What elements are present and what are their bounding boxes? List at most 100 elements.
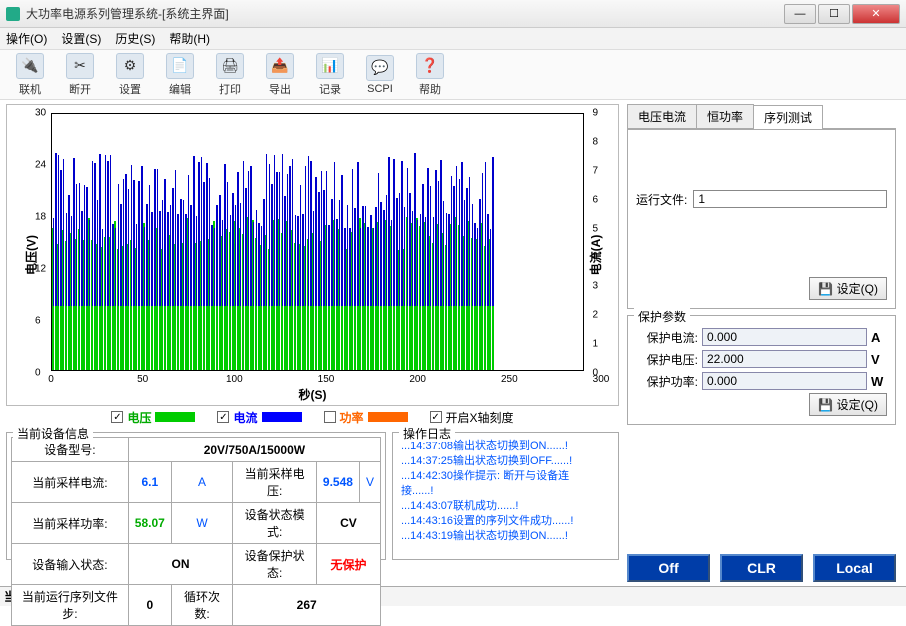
gear-icon: ⚙ xyxy=(116,53,144,79)
tool-edit[interactable]: 📄 编辑 xyxy=(158,53,202,97)
tool-scpi-label: SCPI xyxy=(367,83,393,95)
connect-icon: 🔌 xyxy=(16,53,44,79)
loop-value: 267 xyxy=(233,585,381,626)
seq-step-value: 0 xyxy=(128,585,171,626)
checkbox-xaxis[interactable]: ✓ xyxy=(430,411,442,423)
log-content[interactable]: ...14:37:08输出状态切换到ON......!...14:37:25输出… xyxy=(397,437,614,557)
chart-plot-area xyxy=(51,113,584,371)
device-info-panel: 当前设备信息 设备型号: 20V/750A/15000W 当前采样电流: 6.1… xyxy=(6,432,386,560)
tool-export-label: 导出 xyxy=(269,84,291,96)
menubar: 操作(O) 设置(S) 历史(S) 帮助(H) xyxy=(0,28,906,50)
toolbar: 🔌 联机 ✂ 断开 ⚙ 设置 📄 编辑 🖨 打印 📤 导出 📊记录 💬 SCPI ❓ 帮助 xyxy=(0,50,906,100)
tool-connect-label: 联机 xyxy=(19,84,41,96)
close-button[interactable]: ✕ xyxy=(852,4,900,24)
device-info-table: 设备型号: 20V/750A/15000W 当前采样电流: 6.1 A 当前采样… xyxy=(11,437,381,626)
run-file-label: 运行文件: xyxy=(636,191,687,208)
checkbox-voltage[interactable]: ✓ xyxy=(111,411,123,423)
clr-button[interactable]: CLR xyxy=(720,554,803,582)
tab-cp[interactable]: 恒功率 xyxy=(696,104,754,128)
tab-strip: 电压电流 恒功率 序列测试 xyxy=(627,104,896,129)
samp-i-unit: A xyxy=(171,462,233,503)
protect-v-label: 保护电压: xyxy=(636,351,698,368)
mode-label: 设备状态模式: xyxy=(233,503,317,544)
disconnect-icon: ✂ xyxy=(66,53,94,79)
legend-row: ✓电压 ✓电流 功率 ✓开启X轴刻度 xyxy=(6,406,619,428)
protect-title: 保护参数 xyxy=(634,308,690,325)
menu-op[interactable]: 操作(O) xyxy=(6,30,47,47)
tool-scpi[interactable]: 💬 SCPI xyxy=(358,55,402,95)
log-title: 操作日志 xyxy=(399,425,455,442)
samp-p-unit: W xyxy=(171,503,233,544)
tool-disconnect[interactable]: ✂ 断开 xyxy=(58,53,102,97)
menu-set[interactable]: 设置(S) xyxy=(61,30,101,47)
checkbox-current[interactable]: ✓ xyxy=(217,411,229,423)
protect-i-input[interactable] xyxy=(702,328,867,346)
tool-print-label: 打印 xyxy=(219,84,241,96)
protect-i-label: 保护电流: xyxy=(636,329,698,346)
tool-export[interactable]: 📤 导出 xyxy=(258,53,302,97)
app-icon xyxy=(6,7,20,21)
tool-settings-label: 设置 xyxy=(119,84,141,96)
run-set-button[interactable]: 💾 设定(Q) xyxy=(809,277,887,300)
run-panel: 运行文件: 💾 设定(Q) xyxy=(627,129,896,309)
print-icon: 🖨 xyxy=(216,53,244,79)
action-buttons: Off CLR Local xyxy=(627,554,896,582)
record-icon: 📊 xyxy=(316,53,344,79)
tool-connect[interactable]: 🔌 联机 xyxy=(8,53,52,97)
window-title: 大功率电源系列管理系统-[系统主界面] xyxy=(26,5,784,22)
legend-current-label: 电流 xyxy=(233,409,257,426)
maximize-button[interactable]: ☐ xyxy=(818,4,850,24)
run-set-label: 设定(Q) xyxy=(837,282,878,296)
minimize-button[interactable]: — xyxy=(784,4,816,24)
local-button[interactable]: Local xyxy=(813,554,896,582)
tool-help-label: 帮助 xyxy=(419,84,441,96)
protect-set-button[interactable]: 💾 设定(Q) xyxy=(809,393,887,416)
mode-value: CV xyxy=(316,503,380,544)
loop-label: 循环次数: xyxy=(171,585,233,626)
tab-vi[interactable]: 电压电流 xyxy=(627,104,697,128)
run-file-input[interactable] xyxy=(693,190,887,208)
chart: 电压(V) 电流(A) 秒(S) 06121824300123456789050… xyxy=(6,104,619,406)
protect-p-label: 保护功率: xyxy=(636,373,698,390)
legend-power-label: 功率 xyxy=(340,409,364,426)
menu-help[interactable]: 帮助(H) xyxy=(169,30,210,47)
samp-v-label: 当前采样电压: xyxy=(233,462,317,503)
chat-icon: 💬 xyxy=(366,55,394,81)
tab-seq[interactable]: 序列测试 xyxy=(753,105,823,129)
protect-v-input[interactable] xyxy=(702,350,867,368)
log-panel: 操作日志 ...14:37:08输出状态切换到ON......!...14:37… xyxy=(392,432,619,560)
tool-edit-label: 编辑 xyxy=(169,84,191,96)
tool-print[interactable]: 🖨 打印 xyxy=(208,53,252,97)
samp-v-unit: V xyxy=(359,462,380,503)
swatch-blue xyxy=(262,412,302,422)
protect-p-unit: W xyxy=(871,374,887,389)
off-button[interactable]: Off xyxy=(627,554,710,582)
out-value: ON xyxy=(128,544,233,585)
legend-xaxis-label: 开启X轴刻度 xyxy=(446,409,514,426)
help-icon: ❓ xyxy=(416,53,444,79)
protect-v-unit: V xyxy=(871,352,887,367)
edit-icon: 📄 xyxy=(166,53,194,79)
protect-p-input[interactable] xyxy=(702,372,867,390)
seq-step-label: 当前运行序列文件步: xyxy=(12,585,129,626)
tool-settings[interactable]: ⚙ 设置 xyxy=(108,53,152,97)
x-axis-label: 秒(S) xyxy=(299,386,327,403)
tool-record[interactable]: 📊记录 xyxy=(308,53,352,97)
device-info-title: 当前设备信息 xyxy=(13,425,93,442)
prot-value: 无保护 xyxy=(316,544,380,585)
samp-v-value: 9.548 xyxy=(316,462,359,503)
samp-i-label: 当前采样电流: xyxy=(12,462,129,503)
tool-disconnect-label: 断开 xyxy=(69,84,91,96)
out-label: 设备输入状态: xyxy=(12,544,129,585)
checkbox-power[interactable] xyxy=(324,411,336,423)
window-titlebar: 大功率电源系列管理系统-[系统主界面] — ☐ ✕ xyxy=(0,0,906,28)
samp-p-value: 58.07 xyxy=(128,503,171,544)
swatch-orange xyxy=(368,412,408,422)
swatch-green xyxy=(155,412,195,422)
tool-help[interactable]: ❓ 帮助 xyxy=(408,53,452,97)
export-icon: 📤 xyxy=(266,53,294,79)
protect-set-label: 设定(Q) xyxy=(837,398,878,412)
protect-panel: 保护参数 保护电流: A 保护电压: V 保护功率: W 💾 设定(Q) xyxy=(627,315,896,425)
samp-p-label: 当前采样功率: xyxy=(12,503,129,544)
menu-hist[interactable]: 历史(S) xyxy=(115,30,155,47)
